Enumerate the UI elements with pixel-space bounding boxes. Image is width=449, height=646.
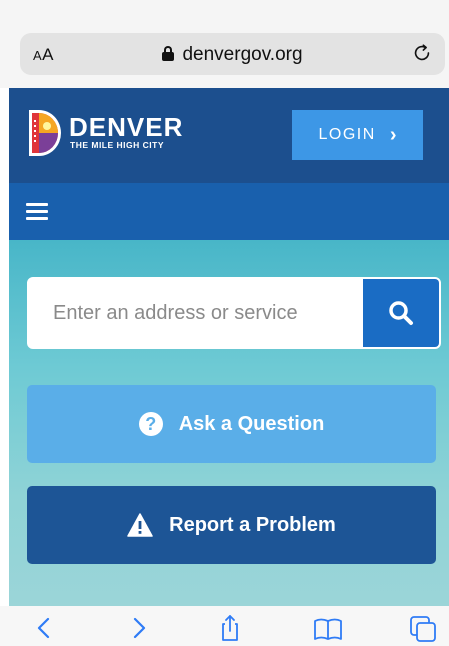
brand-name[interactable]: DENVER — [69, 112, 183, 143]
search-icon — [389, 301, 413, 325]
report-problem-label: Report a Problem — [169, 513, 336, 536]
nav-bar — [9, 183, 449, 240]
tabs-icon[interactable] — [408, 614, 438, 642]
ask-question-button[interactable]: ? Ask a Question — [27, 385, 436, 463]
url-text: denvergov.org — [182, 44, 303, 65]
login-label: LOGIN — [318, 126, 376, 143]
forward-icon[interactable] — [124, 614, 154, 642]
browser-toolbar — [0, 606, 449, 646]
warning-triangle-icon — [127, 513, 153, 537]
search-input[interactable] — [29, 279, 363, 347]
login-button[interactable]: LOGIN › — [292, 110, 423, 160]
hamburger-menu-icon[interactable] — [26, 203, 48, 221]
address-bar[interactable]: AA denvergov.org — [20, 33, 445, 75]
url-display[interactable]: denvergov.org — [20, 44, 445, 66]
share-icon[interactable] — [215, 614, 245, 642]
reload-icon[interactable] — [411, 42, 433, 64]
site-header: DENVER THE MILE HIGH CITY LOGIN › — [9, 88, 449, 183]
chevron-right-icon: › — [389, 123, 397, 146]
hero-section: ? Ask a Question Report a Problem — [9, 240, 449, 606]
browser-top-bar: AA denvergov.org — [0, 0, 449, 88]
bookmarks-icon[interactable] — [313, 614, 343, 642]
back-icon[interactable] — [29, 614, 59, 642]
search-button[interactable] — [363, 279, 439, 347]
denver-logo-icon[interactable] — [27, 108, 63, 158]
ask-question-label: Ask a Question — [178, 412, 325, 435]
search-box — [27, 277, 441, 349]
lock-icon — [162, 46, 175, 61]
question-circle-icon: ? — [138, 412, 163, 436]
report-problem-button[interactable]: Report a Problem — [27, 486, 436, 564]
brand-tagline: THE MILE HIGH CITY — [70, 140, 164, 150]
